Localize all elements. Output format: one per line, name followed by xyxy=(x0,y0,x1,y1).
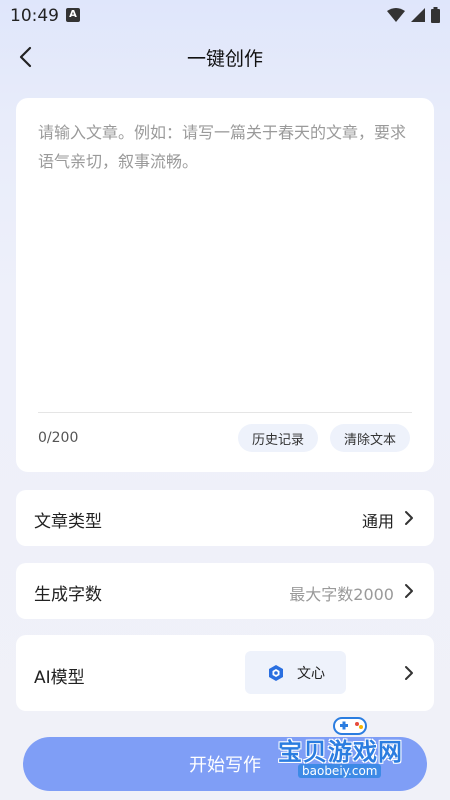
article-prompt-input[interactable] xyxy=(38,118,414,398)
watermark-url: baobeiy.com xyxy=(298,764,382,778)
wifi-icon xyxy=(387,8,405,22)
chevron-right-icon xyxy=(402,511,416,525)
page-title: 一键创作 xyxy=(186,48,263,70)
ai-model-label: AI模型 xyxy=(34,668,85,688)
watermark-text: 宝贝游戏网 xyxy=(278,738,403,766)
chevron-right-icon xyxy=(402,584,416,598)
editor-divider xyxy=(38,412,412,413)
word-count-row[interactable]: 生成字数 最大字数2000 xyxy=(16,563,434,619)
article-type-row[interactable]: 文章类型 通用 xyxy=(16,490,434,546)
word-count-label: 生成字数 xyxy=(34,585,102,605)
notification-app-icon: A xyxy=(66,8,80,22)
char-count: 0/200 xyxy=(38,430,79,446)
chevron-right-icon xyxy=(402,666,416,680)
ai-model-row[interactable]: AI模型 文心 xyxy=(16,635,434,711)
clear-text-button[interactable]: 清除文本 xyxy=(330,424,411,452)
wenxin-logo-icon xyxy=(269,664,283,681)
signal-icon xyxy=(411,8,425,22)
history-button[interactable]: 历史记录 xyxy=(238,424,319,452)
editor-card: 0/200 历史记录 清除文本 xyxy=(16,98,434,472)
battery-icon xyxy=(431,7,440,23)
watermark: 宝贝游戏网 baobeiy.com xyxy=(272,712,432,782)
status-time: 10:49 xyxy=(10,6,59,26)
model-chip[interactable]: 文心 xyxy=(245,651,346,694)
title-bar: 一键创作 xyxy=(0,32,450,82)
model-name: 文心 xyxy=(297,665,325,682)
word-count-value: 最大字数2000 xyxy=(289,585,394,604)
status-icons xyxy=(387,6,440,24)
status-bar: 10:49 A xyxy=(0,0,450,32)
article-type-value: 通用 xyxy=(361,512,394,531)
article-type-label: 文章类型 xyxy=(34,512,102,532)
